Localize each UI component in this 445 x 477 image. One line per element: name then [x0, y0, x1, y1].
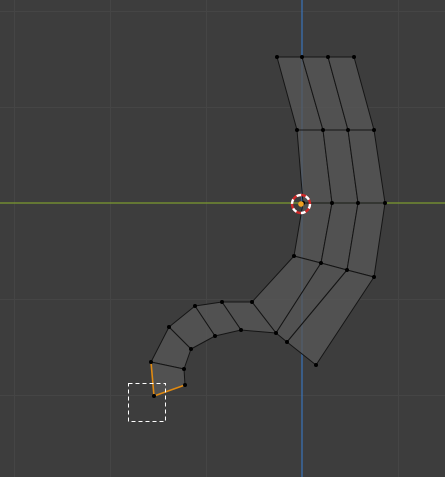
- mesh-vertex[interactable]: [285, 340, 289, 344]
- mesh-vertex[interactable]: [326, 55, 330, 59]
- mesh-vertex[interactable]: [213, 334, 217, 338]
- mesh-vertex[interactable]: [321, 128, 325, 132]
- 3d-viewport[interactable]: [0, 0, 445, 477]
- mesh-vertex[interactable]: [275, 55, 279, 59]
- mesh-vertex[interactable]: [220, 300, 224, 304]
- mesh-vertex[interactable]: [319, 261, 323, 265]
- mesh-vertex[interactable]: [295, 128, 299, 132]
- object-origin-icon: [298, 201, 304, 207]
- mesh-object[interactable]: [149, 55, 387, 398]
- mesh-vertex[interactable]: [250, 300, 254, 304]
- mesh-vertex[interactable]: [274, 331, 278, 335]
- mesh-vertex[interactable]: [167, 325, 171, 329]
- mesh-vertex[interactable]: [330, 201, 334, 205]
- mesh-vertex[interactable]: [352, 55, 356, 59]
- mesh-vertex[interactable]: [189, 347, 193, 351]
- mesh-vertex[interactable]: [292, 254, 296, 258]
- mesh-vertex[interactable]: [383, 201, 387, 205]
- mesh-vertex[interactable]: [372, 128, 376, 132]
- mesh-vertex[interactable]: [372, 275, 376, 279]
- mesh-vertex[interactable]: [149, 360, 153, 364]
- mesh-vertex[interactable]: [193, 304, 197, 308]
- mesh-vertex[interactable]: [300, 55, 304, 59]
- mesh-vertex[interactable]: [182, 367, 186, 371]
- mesh-vertex[interactable]: [152, 394, 156, 398]
- mesh-vertex[interactable]: [314, 363, 318, 367]
- mesh-vertex[interactable]: [356, 201, 360, 205]
- mesh-vertex[interactable]: [346, 128, 350, 132]
- mesh-vertex[interactable]: [183, 383, 187, 387]
- mesh-vertex[interactable]: [239, 328, 243, 332]
- mesh-vertex[interactable]: [345, 268, 349, 272]
